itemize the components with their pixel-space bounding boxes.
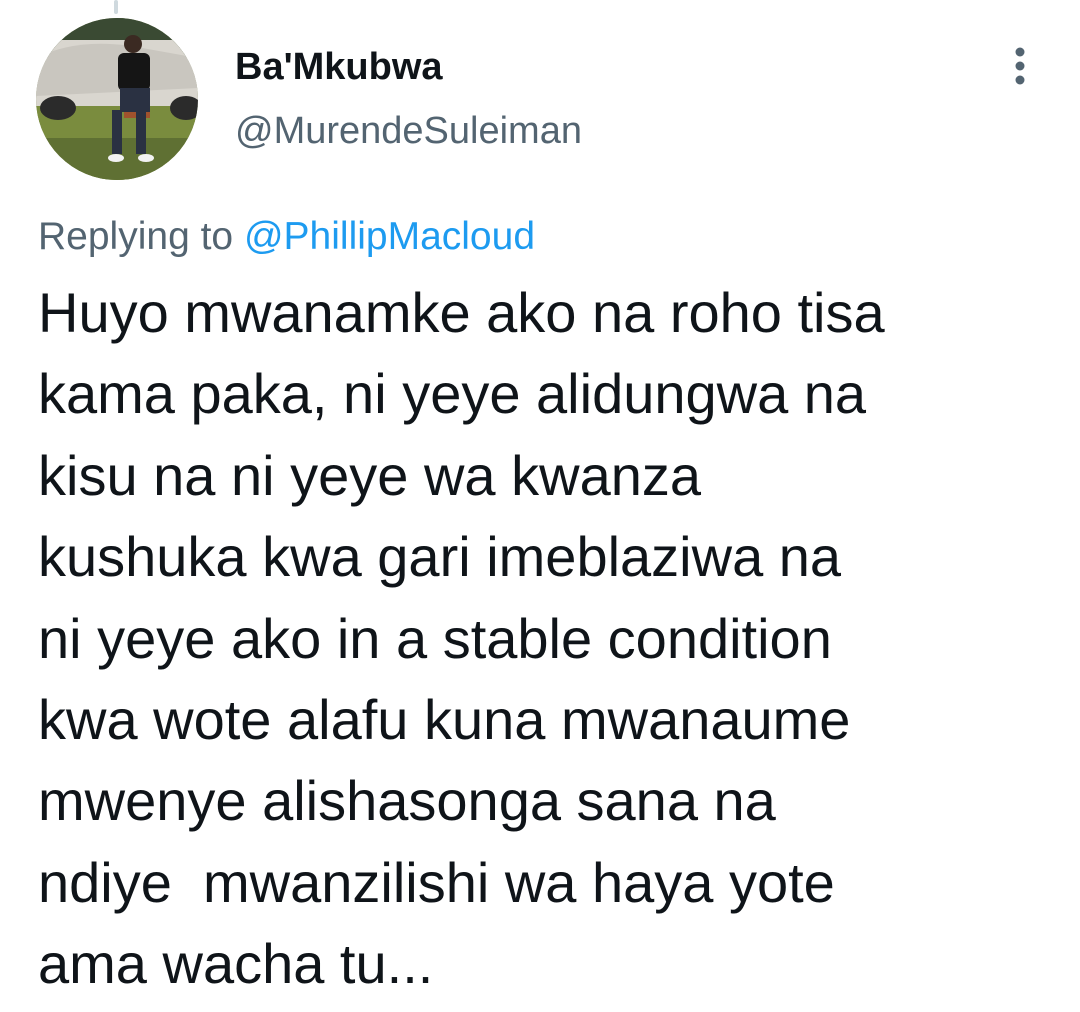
tweet-text-line: ama wacha tu... (38, 932, 434, 996)
tweet-text-line: kisu na ni yeye wa kwanza (38, 443, 702, 507)
tweet-text: Huyo mwanamke ako na roho tisa kama paka… (38, 281, 1068, 1012)
tweet-text-line: kushuka kwa gari imeblaziwa na (38, 525, 842, 589)
reply-to-handle-link[interactable]: @PhillipMacloud (244, 215, 535, 258)
tweet-text-line: kwa wote alafu kuna mwanaume (38, 687, 851, 751)
avatar-photo (36, 18, 198, 180)
reply-context: Replying to @PhillipMacloud (38, 215, 535, 259)
tweet-text-line: ndiye mwanzilishi wa haya yote (38, 850, 835, 914)
more-vertical-icon (1015, 47, 1025, 85)
author-display-name[interactable]: Ba'Mkubwa (235, 46, 443, 89)
thread-connector-line (114, 0, 118, 14)
more-options-button[interactable] (1000, 44, 1040, 88)
avatar[interactable] (36, 18, 198, 180)
tweet-text-line: mwenye alishasonga sana na (38, 769, 776, 833)
tweet-text-line: kama paka, ni yeye alidungwa na (38, 362, 867, 426)
author-handle[interactable]: @MurendeSuleiman (235, 110, 582, 153)
tweet-text-line: ni yeye ako in a stable condition (38, 606, 832, 670)
reply-prefix: Replying to (38, 215, 244, 258)
tweet-text-line: Huyo mwanamke ako na roho tisa (38, 281, 885, 344)
